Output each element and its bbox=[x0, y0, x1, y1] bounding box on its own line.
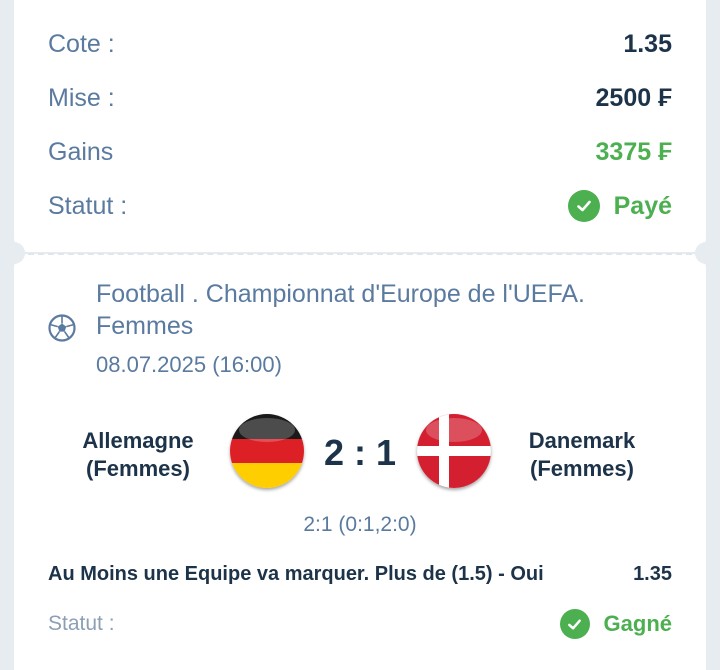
away-team-name: Danemark (Femmes) bbox=[502, 427, 662, 483]
bet-status-label: Statut : bbox=[48, 612, 115, 635]
winnings-value: 3375 ₣ bbox=[595, 137, 672, 166]
bet-odds: 1.35 bbox=[633, 563, 672, 585]
away-team-line2: (Femmes) bbox=[530, 456, 634, 481]
status-row: Statut : Payé bbox=[48, 186, 672, 226]
check-circle-icon bbox=[559, 609, 590, 639]
winnings-label: Gains bbox=[48, 137, 114, 166]
bet-status-row: Statut : Gagné bbox=[48, 606, 672, 642]
odds-row: Cote : 1.35 bbox=[48, 24, 672, 64]
ticket-divider bbox=[28, 253, 692, 255]
bet-status-value: Gagné bbox=[603, 611, 672, 636]
home-team-line2: (Femmes) bbox=[86, 456, 190, 481]
check-circle-icon bbox=[567, 190, 600, 222]
germany-flag-icon bbox=[230, 414, 304, 488]
bet-selection-row: Au Moins une Equipe va marquer. Plus de … bbox=[48, 563, 672, 586]
bet-status-indicator: Gagné bbox=[559, 609, 672, 639]
home-team-name: Allemagne (Femmes) bbox=[58, 427, 218, 483]
stake-row: Mise : 2500 ₣ bbox=[48, 78, 672, 118]
status-value: Payé bbox=[613, 191, 672, 220]
event-date: 08.07.2025 (16:00) bbox=[96, 352, 282, 377]
status-indicator: Payé bbox=[567, 190, 672, 222]
winnings-row: Gains 3375 ₣ bbox=[48, 132, 672, 172]
football-icon bbox=[48, 314, 76, 342]
denmark-flag-icon bbox=[417, 414, 491, 488]
stake-label: Mise : bbox=[48, 83, 115, 112]
home-team-line1: Allemagne bbox=[82, 428, 194, 453]
event-title: Football . Championnat d'Europe de l'UEF… bbox=[96, 280, 585, 340]
ticket-notch-right bbox=[695, 242, 717, 264]
odds-label: Cote : bbox=[48, 29, 115, 58]
score-detail: 2:1 (0:1,2:0) bbox=[303, 513, 417, 536]
status-label: Statut : bbox=[48, 191, 128, 220]
away-team-line1: Danemark bbox=[528, 428, 636, 453]
match-score: 2 : 1 bbox=[323, 432, 397, 473]
bet-selection: Au Moins une Equipe va marquer. Plus de … bbox=[48, 563, 544, 585]
stake-value: 2500 ₣ bbox=[595, 83, 672, 112]
odds-value: 1.35 bbox=[623, 29, 672, 58]
ticket-notch-left bbox=[3, 242, 25, 264]
